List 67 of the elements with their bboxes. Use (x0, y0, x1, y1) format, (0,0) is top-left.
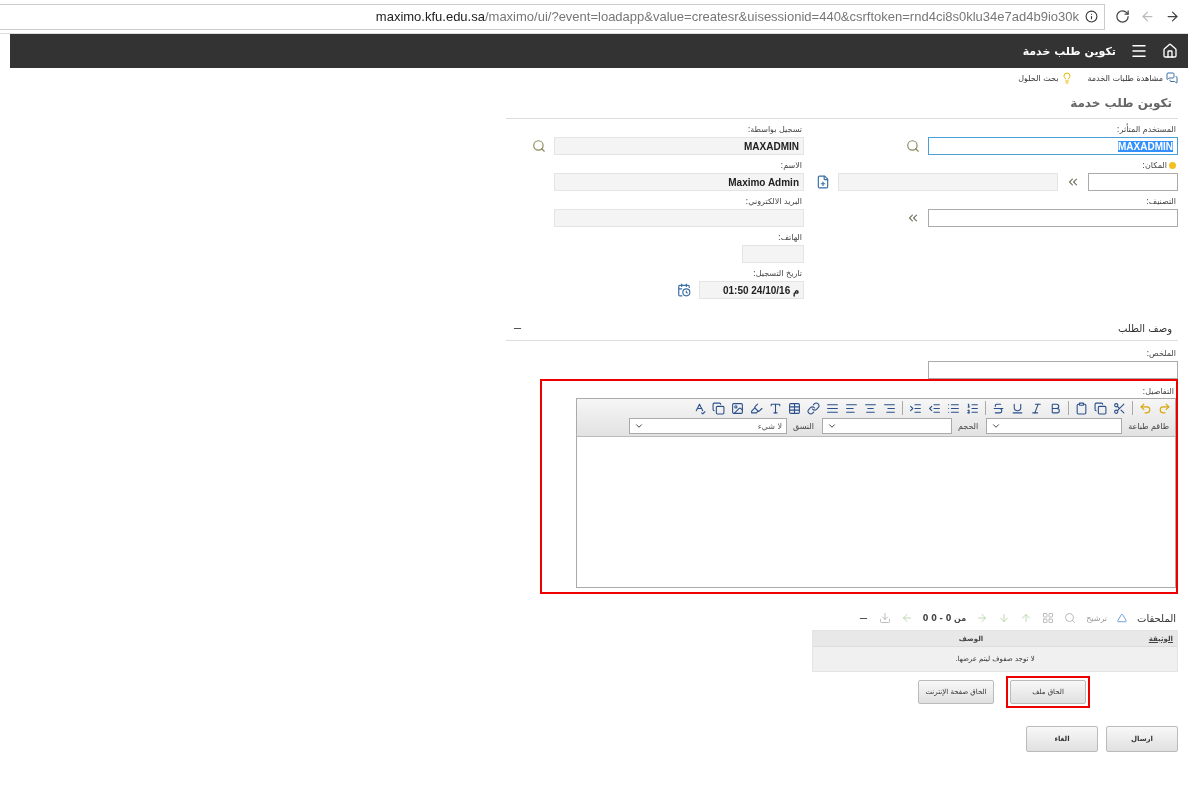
page-counter: 0 من 0 - 0 (922, 613, 967, 623)
reload-icon[interactable] (1115, 9, 1130, 24)
field-label: تسجيل بواسطة: (746, 125, 803, 134)
field-label: المكان: (804, 161, 1178, 170)
chat-icon (1166, 72, 1178, 84)
info-icon (1085, 10, 1098, 23)
align-right-icon[interactable] (883, 401, 896, 415)
field-label: الهاتف: (777, 233, 803, 242)
select-label: الحجم (957, 421, 980, 431)
bold-icon[interactable] (1049, 401, 1062, 415)
readonly-field: MAXADMIN (554, 137, 804, 155)
field-label: التصنيف: (1145, 197, 1177, 206)
double-chevron-icon[interactable] (1066, 175, 1080, 189)
readonly-field (742, 245, 804, 263)
dropdown[interactable]: لا شيء (629, 418, 787, 434)
forward-icon[interactable] (1165, 9, 1180, 24)
select-label: طاقم طباعة (1128, 421, 1170, 431)
cut-icon[interactable] (1113, 401, 1126, 415)
outdent-icon[interactable] (928, 401, 941, 415)
table-icon[interactable] (788, 401, 801, 415)
indent-icon[interactable] (909, 401, 922, 415)
field-label: البريد الالكتروني: (744, 197, 803, 206)
search-icon[interactable] (906, 139, 920, 153)
double-chevron-icon[interactable] (906, 211, 920, 225)
select-label: النسق (793, 421, 815, 431)
page-title: تكوين طلب خدمة (506, 88, 1178, 119)
align-center-icon[interactable] (864, 401, 877, 415)
highlight-color-icon[interactable] (750, 401, 763, 415)
date-field: 01:50 24/10/16 م (699, 281, 804, 299)
caret-icon (826, 421, 837, 431)
spellcheck-icon[interactable] (693, 401, 706, 415)
field-label: الاسم: (779, 161, 803, 170)
address-bar[interactable]: maximo.kfu.edu.sa/maximo/ui/?event=loadapp&value=createsr&uisessionid=440&csrftoken=rnd4ci8s0klu34e7ad4b9io30k (0, 3, 1105, 30)
paste-icon[interactable] (1075, 401, 1088, 415)
caret-icon (634, 421, 644, 431)
align-justify-icon[interactable] (826, 401, 839, 415)
image-icon[interactable] (731, 401, 744, 415)
italic-icon[interactable] (1030, 401, 1043, 415)
field-label: تاريخ التسجيل: (752, 269, 803, 278)
search-icon[interactable] (532, 139, 546, 153)
copy-icon[interactable] (1094, 401, 1107, 415)
align-left-icon[interactable] (845, 401, 858, 415)
caret-icon (991, 421, 1002, 431)
bullet-list-icon[interactable] (947, 401, 960, 415)
input-field[interactable] (928, 209, 1178, 227)
input-field[interactable] (928, 361, 1178, 379)
nav-link[interactable]: بحث الحلول (1018, 72, 1074, 84)
font-color-icon[interactable] (769, 401, 782, 415)
field-label: المستخدم المتأثر: (1115, 125, 1177, 134)
home-icon[interactable] (1162, 43, 1178, 59)
menu-icon[interactable] (1130, 42, 1148, 60)
field-label: الملخص: (1145, 349, 1177, 358)
new-record-icon[interactable] (816, 175, 830, 189)
rich-text-editor[interactable]: طاقم طباعة الحجم النسق لا شيء (576, 398, 1176, 588)
field-label: التفاصيل: (1141, 387, 1175, 396)
link-icon[interactable] (807, 401, 820, 415)
app-title: تكوين طلب خدمة (1022, 44, 1116, 58)
numbered-list-icon[interactable] (966, 401, 979, 415)
section-title: وصف الطلب (1118, 323, 1172, 334)
section-title: الملحقات (1137, 612, 1176, 624)
calendar-icon[interactable] (677, 283, 691, 297)
lightbulb-icon (1061, 72, 1074, 84)
underline-icon[interactable] (1011, 401, 1024, 415)
strikethrough-icon[interactable] (992, 401, 1005, 415)
input-field[interactable] (1088, 173, 1178, 191)
nav-link[interactable]: مشاهدة طلبات الخدمة (1087, 72, 1178, 84)
readonly-field: Maximo Admin (554, 173, 804, 191)
